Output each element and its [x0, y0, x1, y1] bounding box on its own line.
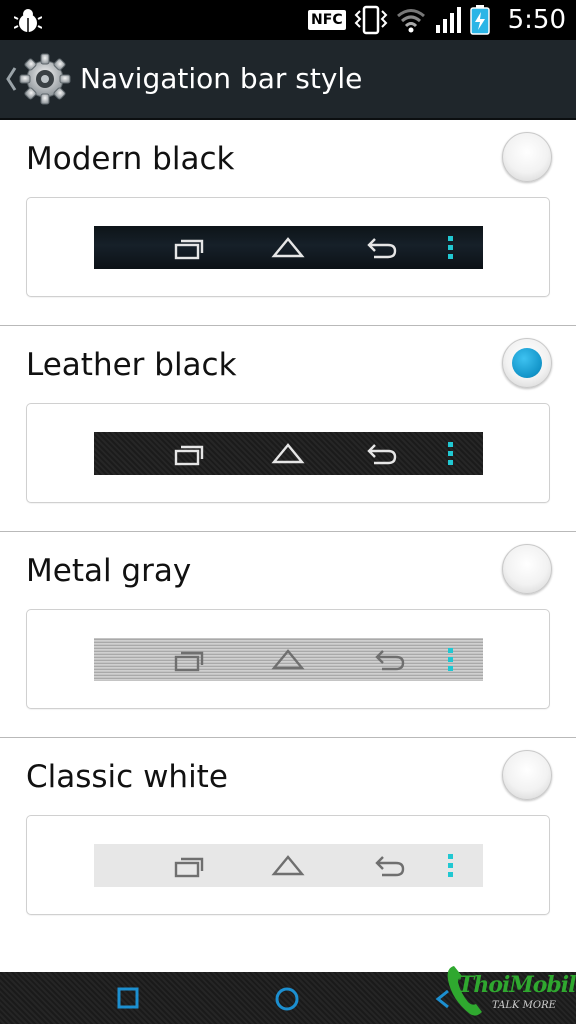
- system-navigation-bar: ThoiMobile TALK MORE: [0, 966, 576, 1024]
- battery-charging-icon: [469, 5, 490, 35]
- menu-dots-icon: [448, 854, 453, 877]
- clock: 5:50: [507, 5, 566, 35]
- recent-apps-icon: [174, 239, 204, 260]
- radio-button[interactable]: [502, 544, 552, 594]
- navbar-preview: [94, 638, 483, 681]
- option-label: Metal gray: [26, 553, 192, 589]
- status-bar: NFC 5:50: [0, 0, 576, 40]
- option-classic-white[interactable]: Classic white: [0, 738, 576, 943]
- home-icon: [271, 649, 305, 670]
- action-bar: Navigation bar style: [0, 40, 576, 120]
- menu-dots-icon: [448, 236, 453, 259]
- preview-card[interactable]: [26, 815, 550, 915]
- watermark: ThoiMobile TALK MORE: [440, 958, 576, 1022]
- option-modern-black[interactable]: Modern black: [0, 120, 576, 326]
- style-option-list: Modern black Leather black Metal gray Cl…: [0, 120, 576, 943]
- vibrate-icon: [354, 5, 388, 35]
- option-leather-black[interactable]: Leather black: [0, 326, 576, 532]
- preview-card[interactable]: [26, 403, 550, 503]
- home-icon: [271, 855, 305, 876]
- recent-apps-icon: [174, 445, 204, 466]
- back-icon: [375, 856, 405, 877]
- home-icon: [271, 237, 305, 258]
- debug-icon: [14, 9, 42, 32]
- nfc-icon: NFC: [308, 10, 346, 30]
- navbar-preview: [94, 432, 483, 475]
- back-icon: [375, 650, 405, 671]
- back-chevron-icon[interactable]: [4, 64, 18, 94]
- option-label: Leather black: [26, 347, 237, 383]
- back-icon: [367, 444, 397, 465]
- menu-dots-icon: [448, 442, 453, 465]
- radio-button[interactable]: [502, 132, 552, 182]
- watermark-tagline: TALK MORE: [492, 1000, 556, 1011]
- navbar-preview: [94, 226, 483, 269]
- recent-apps-icon[interactable]: [116, 986, 140, 1010]
- option-label: Modern black: [26, 141, 235, 177]
- gear-icon[interactable]: [18, 52, 72, 106]
- back-icon: [367, 238, 397, 259]
- navbar-preview: [94, 844, 483, 887]
- signal-icon: [435, 7, 461, 33]
- home-icon[interactable]: [272, 984, 302, 1014]
- radio-button[interactable]: [502, 750, 552, 800]
- wifi-icon: [396, 9, 425, 33]
- home-icon: [271, 443, 305, 464]
- recent-apps-icon: [174, 857, 204, 878]
- option-label: Classic white: [26, 759, 228, 795]
- preview-card[interactable]: [26, 197, 550, 297]
- watermark-text: ThoiMobile: [458, 972, 576, 998]
- recent-apps-icon: [174, 651, 204, 672]
- option-metal-gray[interactable]: Metal gray: [0, 532, 576, 738]
- page-title: Navigation bar style: [80, 62, 363, 95]
- preview-card[interactable]: [26, 609, 550, 709]
- radio-button-selected[interactable]: [502, 338, 552, 388]
- menu-dots-icon: [448, 648, 453, 671]
